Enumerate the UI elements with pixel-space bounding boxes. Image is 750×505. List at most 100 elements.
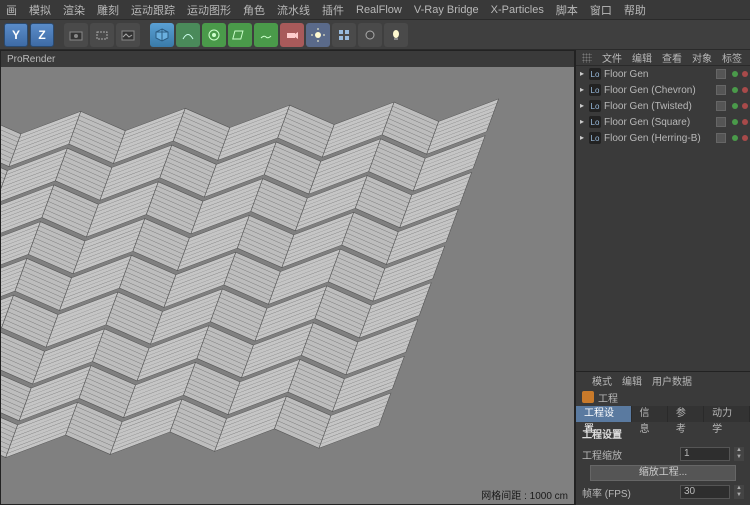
editor-dot[interactable] <box>732 119 738 125</box>
plugin-icon: Lo <box>589 68 601 80</box>
menu-item[interactable]: 角色 <box>243 2 265 18</box>
menu-item[interactable]: 运动图形 <box>187 2 231 18</box>
visibility-toggle[interactable] <box>716 101 726 111</box>
fps-input[interactable]: 30 <box>680 485 730 499</box>
editor-dot[interactable] <box>732 71 738 77</box>
attribute-manager: 模式 编辑 用户数据 工程 工程设置 信息 参考 动力学 工程设置 工程缩放 1… <box>576 371 750 505</box>
viewport-title: ProRender <box>1 51 574 67</box>
viewport-3d[interactable]: 网格间距 : 1000 cm <box>1 67 574 504</box>
expand-icon[interactable]: ▸ <box>578 118 586 126</box>
spinner[interactable]: ▲▼ <box>734 447 744 461</box>
expand-icon[interactable]: ▸ <box>578 70 586 78</box>
right-panel: 文件 编辑 查看 对象 标签 ▸ Lo Floor Gen ▸ Lo Floor… <box>575 50 750 505</box>
object-name[interactable]: Floor Gen (Square) <box>604 117 713 128</box>
object-name[interactable]: Floor Gen <box>604 69 713 80</box>
render-dot[interactable] <box>742 119 748 125</box>
menu-item[interactable]: 窗口 <box>590 2 612 18</box>
menu-item[interactable]: 流水线 <box>277 2 310 18</box>
menu-item[interactable]: 渲染 <box>63 2 85 18</box>
object-row[interactable]: ▸ Lo Floor Gen (Twisted) <box>576 98 750 114</box>
toggle-light-button[interactable] <box>384 23 408 47</box>
viewport-panel: ProRender <box>0 50 575 505</box>
spinner[interactable]: ▲▼ <box>734 485 744 499</box>
menu-item[interactable]: 帮助 <box>624 2 646 18</box>
object-row[interactable]: ▸ Lo Floor Gen <box>576 66 750 82</box>
attribute-menu: 模式 编辑 用户数据 <box>576 372 750 388</box>
menu-item[interactable]: 运动跟踪 <box>131 2 175 18</box>
object-row[interactable]: ▸ Lo Floor Gen (Square) <box>576 114 750 130</box>
tab-info[interactable]: 信息 <box>632 406 668 422</box>
attr-menu-item[interactable]: 编辑 <box>622 373 642 388</box>
panel-menu-item[interactable]: 文件 <box>602 50 622 65</box>
generator-button[interactable] <box>202 23 226 47</box>
scene-button[interactable] <box>332 23 356 47</box>
panel-menu-item[interactable]: 标签 <box>722 50 742 65</box>
menu-item[interactable]: V-Ray Bridge <box>414 4 479 16</box>
object-row[interactable]: ▸ Lo Floor Gen (Herring-B) <box>576 130 750 146</box>
attribute-title-label: 工程 <box>598 390 618 405</box>
attribute-tabs: 工程设置 信息 参考 动力学 <box>576 406 750 422</box>
menu-item[interactable]: 雕刻 <box>97 2 119 18</box>
spline-button[interactable] <box>176 23 200 47</box>
render-dot[interactable] <box>742 87 748 93</box>
render-dot[interactable] <box>742 135 748 141</box>
panel-menu-item[interactable]: 对象 <box>692 50 712 65</box>
visibility-toggle[interactable] <box>716 117 726 127</box>
menu-item[interactable]: 脚本 <box>556 2 578 18</box>
editor-dot[interactable] <box>732 103 738 109</box>
visibility-toggle[interactable] <box>716 133 726 143</box>
project-scale-input[interactable]: 1 <box>680 447 730 461</box>
menu-item[interactable]: RealFlow <box>356 4 402 16</box>
camera-button[interactable] <box>280 23 304 47</box>
main-menu-bar: 画 模拟 渲染 雕刻 运动跟踪 运动图形 角色 流水线 插件 RealFlow … <box>0 0 750 20</box>
viewport-geometry <box>1 67 574 504</box>
deformer-button[interactable] <box>228 23 252 47</box>
editor-dot[interactable] <box>732 87 738 93</box>
attribute-title: 工程 <box>576 388 750 406</box>
plugin-icon: Lo <box>589 116 601 128</box>
object-panel-menu: 文件 编辑 查看 对象 标签 <box>576 50 750 66</box>
axis-z-button[interactable]: Z <box>30 23 54 47</box>
scale-project-button[interactable]: 缩放工程... <box>590 465 736 481</box>
attr-menu-item[interactable]: 用户数据 <box>652 373 692 388</box>
menu-item[interactable]: X-Particles <box>491 4 544 16</box>
object-row[interactable]: ▸ Lo Floor Gen (Chevron) <box>576 82 750 98</box>
panel-grip-icon[interactable] <box>582 53 592 63</box>
object-name[interactable]: Floor Gen (Twisted) <box>604 101 713 112</box>
render-view-button[interactable] <box>64 23 88 47</box>
render-dot[interactable] <box>742 103 748 109</box>
visibility-toggle[interactable] <box>716 85 726 95</box>
expand-icon[interactable]: ▸ <box>578 102 586 110</box>
light-button[interactable] <box>306 23 330 47</box>
environment-button[interactable] <box>254 23 278 47</box>
tab-project-settings[interactable]: 工程设置 <box>576 406 632 422</box>
object-name[interactable]: Floor Gen (Chevron) <box>604 85 713 96</box>
menu-item[interactable]: 画 <box>6 2 17 18</box>
menu-item[interactable]: 模拟 <box>29 2 51 18</box>
expand-icon[interactable]: ▸ <box>578 134 586 142</box>
object-name[interactable]: Floor Gen (Herring-B) <box>604 133 713 144</box>
attr-menu-item[interactable]: 模式 <box>592 373 612 388</box>
project-icon <box>582 391 594 403</box>
panel-menu-item[interactable]: 查看 <box>662 50 682 65</box>
panel-menu-item[interactable]: 编辑 <box>632 50 652 65</box>
axis-y-button[interactable]: Y <box>4 23 28 47</box>
render-dot[interactable] <box>742 71 748 77</box>
render-region-button[interactable] <box>90 23 114 47</box>
plugin-icon: Lo <box>589 132 601 144</box>
visibility-toggle[interactable] <box>716 69 726 79</box>
object-manager[interactable]: ▸ Lo Floor Gen ▸ Lo Floor Gen (Chevron) … <box>576 66 750 371</box>
tab-reference[interactable]: 参考 <box>668 406 704 422</box>
picture-viewer-button[interactable] <box>116 23 140 47</box>
record-button[interactable] <box>358 23 382 47</box>
editor-dot[interactable] <box>732 135 738 141</box>
cube-primitive-button[interactable] <box>150 23 174 47</box>
plugin-icon: Lo <box>589 100 601 112</box>
menu-item[interactable]: 插件 <box>322 2 344 18</box>
grid-spacing-label: 网格间距 : 1000 cm <box>481 487 568 502</box>
fps-label: 帧率 (FPS) <box>582 485 676 500</box>
expand-icon[interactable]: ▸ <box>578 86 586 94</box>
tab-dynamics[interactable]: 动力学 <box>704 406 750 422</box>
main-toolbar: Y Z <box>0 20 750 50</box>
plugin-icon: Lo <box>589 84 601 96</box>
